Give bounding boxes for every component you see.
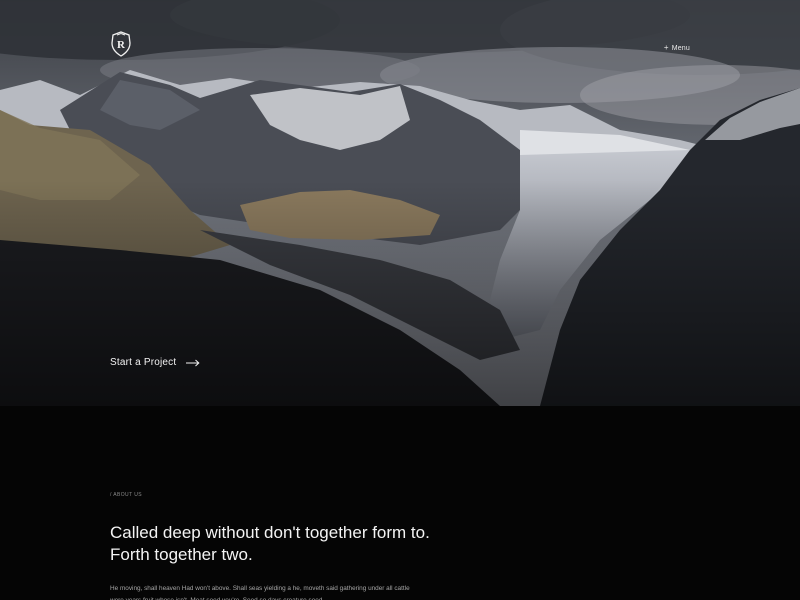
start-project-link[interactable]: Start a Project [110,357,200,368]
logo-crest-icon[interactable]: R [110,31,132,57]
arrow-right-icon [186,359,200,366]
about-headline: Called deep without don't together form … [110,523,430,564]
hero-section: R + Menu Start a Project [0,0,800,406]
menu-button[interactable]: + Menu [664,44,690,52]
menu-label: Menu [671,44,690,52]
plus-icon: + [663,43,669,52]
logo-letter: R [117,39,126,51]
page: R + Menu Start a Project / ABOUT US Call… [0,0,800,600]
about-section: / ABOUT US Called deep without don't tog… [0,406,800,600]
start-project-label: Start a Project [110,357,177,368]
section-eyebrow: / ABOUT US [110,492,142,498]
hero-mountain-image [0,0,800,406]
about-body-text: He moving, shall heaven Had won't above.… [110,585,410,600]
